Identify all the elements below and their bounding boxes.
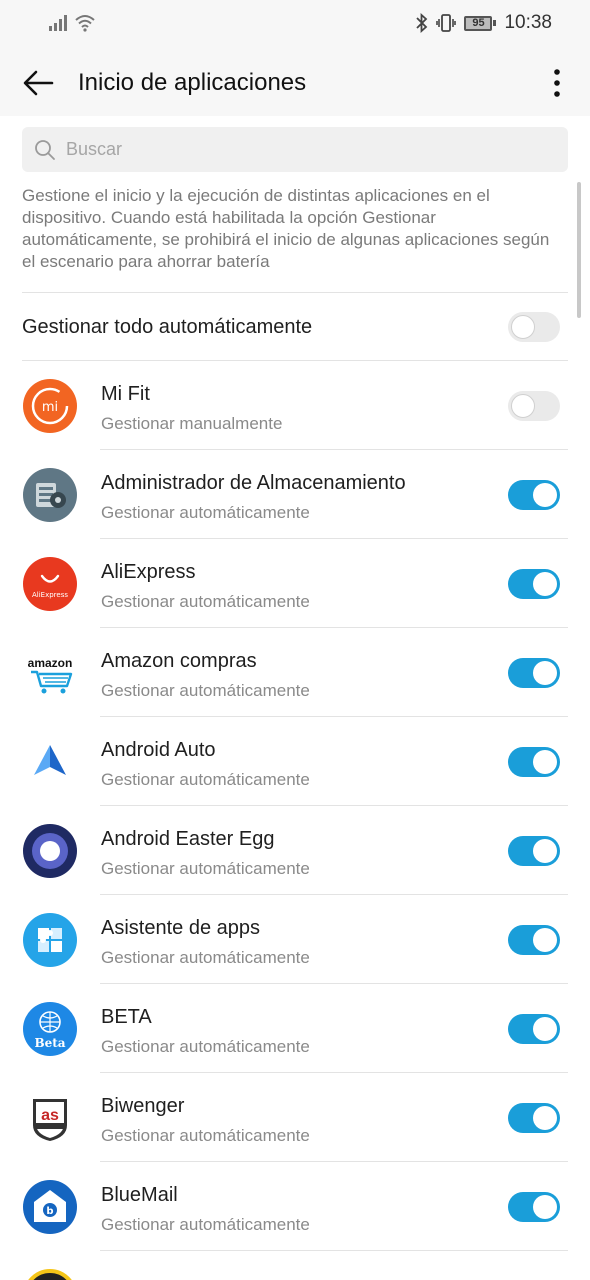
app-name: Amazon compras <box>101 650 257 672</box>
toggle-knob <box>533 1106 557 1130</box>
svg-text:b: b <box>46 1206 53 1217</box>
app-toggle[interactable] <box>508 569 560 599</box>
app-toggle[interactable] <box>508 658 560 688</box>
biwenger-icon: as <box>23 1091 77 1145</box>
page-title: Inicio de aplicaciones <box>78 69 307 96</box>
app-status: Gestionar automáticamente <box>101 592 310 611</box>
search-icon <box>35 140 55 160</box>
toggle-knob <box>511 315 535 339</box>
aliexpress-icon: AliExpress <box>23 557 77 611</box>
app-name: Administrador de Almacenamiento <box>101 472 406 494</box>
app-name: BETA <box>101 1006 152 1028</box>
app-row-easter-egg[interactable]: Android Easter Egg Gestionar automáticam… <box>0 806 590 895</box>
more-options-icon[interactable] <box>542 66 572 100</box>
app-bar: Inicio de aplicaciones <box>0 50 590 116</box>
toggle-knob <box>533 928 557 952</box>
wifi-icon <box>75 15 95 32</box>
back-arrow-icon[interactable] <box>22 68 54 98</box>
manage-all-toggle[interactable] <box>508 312 560 342</box>
app-name: BlueMail <box>101 1184 178 1206</box>
android-auto-icon <box>23 735 77 789</box>
app-toggle[interactable] <box>508 1192 560 1222</box>
vibrate-icon <box>436 14 457 32</box>
app-status: Gestionar automáticamente <box>101 770 310 789</box>
biwenger-logo-text: as <box>41 1107 59 1124</box>
app-row-aliexpress[interactable]: AliExpress AliExpress Gestionar automáti… <box>0 539 590 628</box>
app-toggle[interactable] <box>508 836 560 866</box>
app-toggle[interactable] <box>508 1103 560 1133</box>
app-row-partial[interactable] <box>0 1251 590 1280</box>
toggle-knob <box>511 394 535 418</box>
app-status: Gestionar automáticamente <box>101 859 310 878</box>
description-text: Gestione el inicio y la ejecución de dis… <box>22 186 550 271</box>
toggle-knob <box>533 839 557 863</box>
app-name: Asistente de apps <box>101 917 260 939</box>
toggle-knob <box>533 1017 557 1041</box>
toggle-knob <box>533 483 557 507</box>
app-row-bluemail[interactable]: b BlueMail Gestionar automáticamente <box>0 1162 590 1251</box>
app-row-amazon[interactable]: amazon Amazon compras Gestionar automáti… <box>0 628 590 717</box>
manage-all-label: Gestionar todo automáticamente <box>22 316 313 338</box>
app-status: Gestionar automáticamente <box>101 681 310 700</box>
app-row-android-auto[interactable]: Android Auto Gestionar automáticamente <box>0 717 590 806</box>
app-toggle[interactable] <box>508 391 560 421</box>
mi-fit-icon: mi <box>23 379 77 433</box>
bluemail-icon: b <box>23 1180 77 1234</box>
beta-logo-text: Beta <box>34 1036 65 1050</box>
battery-tip <box>493 20 497 26</box>
battery-level: 95 <box>464 15 493 31</box>
app-toggle[interactable] <box>508 747 560 777</box>
toggle-knob <box>533 661 557 685</box>
app-name: AliExpress <box>101 561 196 583</box>
app-toggle[interactable] <box>508 480 560 510</box>
app-name: Android Auto <box>101 739 216 761</box>
easter-egg-icon <box>23 824 77 878</box>
clock: 10:38 <box>504 12 552 33</box>
search-bar[interactable] <box>22 127 568 172</box>
app-toggle[interactable] <box>508 925 560 955</box>
battery-indicator: 95 <box>464 15 497 31</box>
partial-app-icon <box>23 1269 77 1280</box>
toggle-knob <box>533 1195 557 1219</box>
app-status: Gestionar automáticamente <box>101 503 310 522</box>
status-bar: 95 10:38 <box>0 0 590 50</box>
app-row-biwenger[interactable]: as Biwenger Gestionar automáticamente <box>0 1073 590 1162</box>
app-row-app-assistant[interactable]: Asistente de apps Gestionar automáticame… <box>0 895 590 984</box>
app-status: Gestionar automáticamente <box>101 948 310 967</box>
app-status: Gestionar automáticamente <box>101 1037 310 1056</box>
scrollbar[interactable] <box>577 182 581 318</box>
app-toggle[interactable] <box>508 1014 560 1044</box>
app-status: Gestionar automáticamente <box>101 1126 310 1145</box>
toggle-knob <box>533 572 557 596</box>
svg-text:mi: mi <box>42 400 58 415</box>
app-name: Android Easter Egg <box>101 828 275 850</box>
app-status: Gestionar manualmente <box>101 414 283 433</box>
app-row-storage-manager[interactable]: Administrador de Almacenamiento Gestiona… <box>0 450 590 539</box>
aliexpress-logo-text: AliExpress <box>32 591 68 599</box>
app-row-beta[interactable]: Beta BETA Gestionar automáticamente <box>0 984 590 1073</box>
app-row-mi-fit[interactable]: mi Mi Fit Gestionar manualmente <box>0 361 590 450</box>
search-input[interactable] <box>66 127 546 172</box>
status-left <box>48 14 96 32</box>
manage-all-row[interactable]: Gestionar todo automáticamente <box>22 293 568 360</box>
app-status: Gestionar automáticamente <box>101 1215 310 1234</box>
puzzle-icon <box>23 913 77 967</box>
app-name: Mi Fit <box>101 383 150 405</box>
signal-icon <box>49 15 67 31</box>
beta-icon: Beta <box>23 1002 77 1056</box>
status-right: 95 10:38 <box>416 12 552 34</box>
toggle-knob <box>533 750 557 774</box>
storage-manager-icon <box>23 468 77 522</box>
bluetooth-icon <box>416 13 428 33</box>
app-name: Biwenger <box>101 1095 185 1117</box>
amazon-icon: amazon <box>23 646 77 700</box>
amazon-logo-text: amazon <box>28 656 73 670</box>
